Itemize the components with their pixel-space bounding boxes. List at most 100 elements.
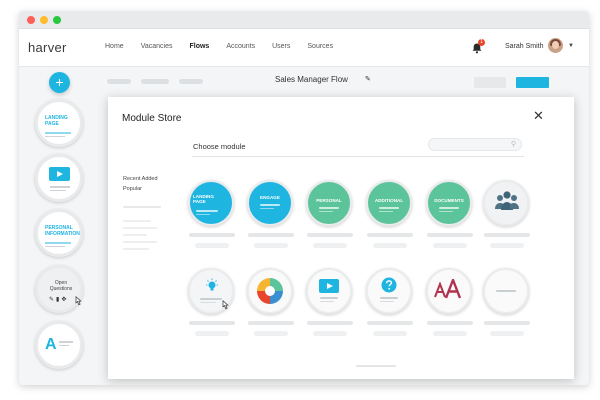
placeholder bbox=[254, 331, 288, 336]
lightbulb-icon bbox=[206, 278, 218, 291]
placeholder-lines bbox=[45, 242, 71, 249]
card-actions: ✎▮✥ bbox=[49, 296, 68, 303]
module-label: Personal bbox=[316, 198, 342, 203]
divider bbox=[192, 156, 524, 157]
placeholder bbox=[141, 79, 169, 84]
user-name[interactable]: Sarah Smith bbox=[505, 43, 544, 50]
close-icon[interactable]: ✕ bbox=[533, 109, 544, 122]
placeholder bbox=[307, 233, 353, 237]
nav-links: Home Vacancies Flows Accounts Users Sour… bbox=[105, 43, 350, 50]
search-icon: ⚲ bbox=[510, 141, 516, 148]
sidebar-card-personal-information[interactable]: Personal Information bbox=[35, 209, 83, 257]
scroll-indicator[interactable] bbox=[356, 365, 396, 367]
placeholder-lines bbox=[379, 207, 399, 214]
logo[interactable]: harver bbox=[28, 40, 67, 55]
placeholder-lines bbox=[320, 297, 338, 304]
module-additional[interactable]: Additional bbox=[366, 180, 412, 226]
sidebar-card-label: Personal Information bbox=[45, 225, 80, 237]
notification-badge: 1 bbox=[478, 39, 485, 46]
cursor-icon bbox=[75, 296, 82, 306]
people-icon bbox=[495, 191, 519, 210]
video-icon bbox=[49, 167, 70, 181]
filter-popular[interactable]: Popular bbox=[123, 186, 142, 192]
close-window-button[interactable] bbox=[27, 16, 35, 24]
placeholder bbox=[107, 79, 131, 84]
placeholder-lines bbox=[196, 210, 218, 217]
placeholder bbox=[123, 234, 147, 236]
placeholder bbox=[123, 241, 157, 243]
module-personal[interactable]: Personal bbox=[306, 180, 352, 226]
placeholder bbox=[123, 206, 161, 208]
flow-title: Sales Manager Flow bbox=[275, 75, 348, 84]
module-typography[interactable] bbox=[426, 268, 472, 314]
placeholder bbox=[189, 233, 235, 237]
video-icon bbox=[319, 279, 339, 293]
placeholder bbox=[433, 243, 467, 248]
placeholder bbox=[373, 243, 407, 248]
placeholder bbox=[373, 331, 407, 336]
typography-icon: A bbox=[45, 336, 57, 353]
title-bar bbox=[19, 11, 589, 29]
minimize-window-button[interactable] bbox=[40, 16, 48, 24]
module-video[interactable] bbox=[306, 268, 352, 314]
module-question[interactable] bbox=[366, 268, 412, 314]
module-landing-page[interactable]: Landing Page bbox=[188, 180, 234, 226]
placeholder bbox=[427, 233, 473, 237]
placeholder-lines bbox=[45, 132, 71, 139]
module-idea[interactable] bbox=[188, 268, 234, 314]
placeholder bbox=[179, 79, 203, 84]
nav-link-vacancies[interactable]: Vacancies bbox=[141, 43, 173, 50]
placeholder bbox=[490, 331, 524, 336]
typography-icon bbox=[434, 279, 462, 299]
placeholder-lines bbox=[496, 290, 516, 294]
sidebar-card-landing-page[interactable]: Landing Page bbox=[35, 99, 83, 147]
secondary-button[interactable] bbox=[474, 77, 506, 88]
placeholder bbox=[248, 233, 294, 237]
filter-recent-added[interactable]: Recent Added bbox=[123, 176, 158, 182]
module-engage[interactable]: Engage bbox=[247, 180, 293, 226]
pie-icon bbox=[257, 278, 283, 304]
search-input[interactable]: ⚲ bbox=[428, 138, 522, 151]
placeholder bbox=[189, 321, 235, 325]
module-pie[interactable] bbox=[247, 268, 293, 314]
module-store-modal: Module Store ✕ Choose module ⚲ Recent Ad… bbox=[108, 97, 574, 379]
placeholder bbox=[484, 321, 530, 325]
placeholder-lines bbox=[260, 204, 280, 211]
module-label: Landing Page bbox=[193, 194, 214, 204]
sidebar-card-label: Landing Page bbox=[45, 115, 68, 127]
nav-link-home[interactable]: Home bbox=[105, 43, 124, 50]
placeholder bbox=[433, 331, 467, 336]
module-label: Engage bbox=[260, 195, 280, 200]
module-people[interactable] bbox=[483, 180, 529, 226]
placeholder bbox=[254, 243, 288, 248]
sidebar-card-video[interactable] bbox=[35, 154, 83, 202]
nav-link-users[interactable]: Users bbox=[272, 43, 290, 50]
placeholder bbox=[307, 321, 353, 325]
placeholder-lines bbox=[200, 298, 222, 305]
maximize-window-button[interactable] bbox=[53, 16, 61, 24]
nav-link-accounts[interactable]: Accounts bbox=[226, 43, 255, 50]
chevron-down-icon[interactable]: ▼ bbox=[568, 43, 574, 49]
placeholder bbox=[484, 233, 530, 237]
placeholder-lines bbox=[50, 186, 70, 193]
placeholder bbox=[195, 331, 229, 336]
sidebar-card-open-questions[interactable]: Open Questions ✎▮✥ bbox=[35, 265, 83, 313]
module-blank[interactable] bbox=[483, 268, 529, 314]
sidebar-card-text[interactable]: A bbox=[35, 321, 83, 369]
nav-link-flows[interactable]: Flows bbox=[189, 43, 209, 50]
choose-module-label: Choose module bbox=[193, 142, 246, 151]
pencil-icon[interactable]: ✎ bbox=[365, 75, 371, 83]
question-icon bbox=[381, 277, 397, 293]
move-icon[interactable]: ✥ bbox=[61, 297, 68, 303]
avatar[interactable] bbox=[548, 38, 563, 53]
edit-icon[interactable]: ✎ bbox=[49, 297, 56, 303]
module-label: Additional bbox=[374, 198, 404, 203]
add-module-button[interactable]: + bbox=[49, 72, 70, 93]
top-navbar: harver Home Vacancies Flows Accounts Use… bbox=[19, 29, 589, 67]
nav-link-sources[interactable]: Sources bbox=[307, 43, 333, 50]
placeholder bbox=[313, 331, 347, 336]
module-documents[interactable]: Documents bbox=[426, 180, 472, 226]
primary-button[interactable] bbox=[516, 77, 549, 88]
placeholder bbox=[490, 243, 524, 248]
placeholder bbox=[313, 243, 347, 248]
